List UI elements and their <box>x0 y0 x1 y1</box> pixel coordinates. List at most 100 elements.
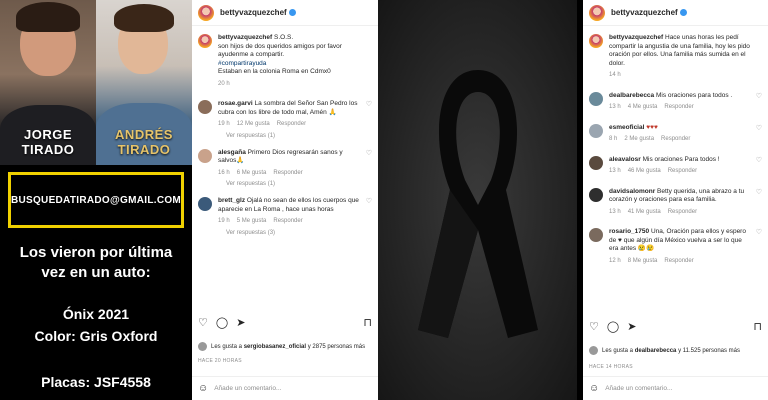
poster-photos: JORGE TIRADO ANDRÉS TIRADO <box>0 0 192 165</box>
heart-icon[interactable]: ♡ <box>756 92 762 112</box>
bookmark-icon[interactable]: ⊓ <box>363 316 372 329</box>
comment-likes[interactable]: 41 Me gusta <box>628 209 661 215</box>
comment-item: rosario_1750 Una, Oración para ellos y e… <box>583 216 768 265</box>
comment-time: 19 h <box>218 121 230 127</box>
likes-user[interactable]: dealbarebecca <box>635 348 677 354</box>
person1-name: JORGE TIRADO <box>21 127 75 157</box>
heart-icon[interactable]: ♡ <box>366 100 372 129</box>
likes-user[interactable]: sergiobasanez_oficial <box>244 344 306 350</box>
last-seen-line2: vez en un auto: <box>41 264 151 281</box>
collage: JORGE TIRADO ANDRÉS TIRADO BUSQUEDATIRAD… <box>0 0 768 400</box>
heart-icon[interactable]: ♡ <box>366 149 372 178</box>
instagram-post-1: bettyvazquezchef bettyvazquezchef S.O.S.… <box>192 0 378 400</box>
caption-username[interactable]: bettyvazquezchef <box>218 34 272 41</box>
avatar[interactable] <box>198 34 212 48</box>
car-model: Ónix 2021 <box>62 306 130 322</box>
comment-likes[interactable]: 6 Me gusta <box>237 170 267 176</box>
heart-icon[interactable]: ♡ <box>756 156 762 176</box>
post2-caption: bettyvazquezchef Hace unas horas les ped… <box>583 26 768 80</box>
liker-avatar <box>589 346 598 355</box>
hashtag-link[interactable]: #compartirayuda <box>218 60 266 67</box>
post1-header: bettyvazquezchef <box>192 0 378 26</box>
heart-icon[interactable]: ♡ <box>589 320 599 333</box>
post2-actions: ♡ ◯ ➤ <box>589 320 644 333</box>
post2-comment-bar: ☺ Añade un comentario... <box>583 376 768 400</box>
emoji-icon[interactable]: ☺ <box>589 383 599 394</box>
post2-username[interactable]: bettyvazquezchef <box>611 8 678 17</box>
reply-button[interactable]: Responder <box>664 258 693 264</box>
comment-icon[interactable]: ◯ <box>607 320 619 333</box>
comment-time: 12 h <box>609 257 621 264</box>
reply-button[interactable]: Responder <box>668 209 697 215</box>
heart-icon[interactable]: ♡ <box>756 188 762 217</box>
share-icon[interactable]: ➤ <box>627 320 636 333</box>
likes-count[interactable]: y 2875 personas más <box>308 344 365 350</box>
caption-location: Estaban en la colonia Roma en Cdmx0 <box>218 68 331 75</box>
likes-count[interactable]: y 11.525 personas más <box>678 348 740 354</box>
heart-icon[interactable]: ♡ <box>756 228 762 265</box>
reply-button[interactable]: Responder <box>668 168 697 174</box>
comment-input[interactable]: Añade un comentario... <box>214 385 281 392</box>
post1-time-ago: HACE 20 HORAS <box>198 358 242 364</box>
caption-username[interactable]: bettyvazquezchef <box>609 34 663 41</box>
post1-likes: Les gusta a sergiobasanez_oficial y 2875… <box>198 342 365 351</box>
comment-username[interactable]: davidsalomonr <box>609 188 655 195</box>
reply-button[interactable]: Responder <box>273 218 302 224</box>
avatar[interactable] <box>198 197 212 211</box>
view-replies[interactable]: Ver respuestas (3) <box>192 230 378 236</box>
post1-username[interactable]: bettyvazquezchef <box>220 8 287 17</box>
reply-button[interactable]: Responder <box>277 121 306 127</box>
likes-prefix: Les gusta a <box>602 347 634 354</box>
avatar[interactable] <box>589 155 603 170</box>
comment-username[interactable]: dealbarebecca <box>609 92 654 99</box>
comment-username[interactable]: rosario_1750 <box>609 228 649 235</box>
avatar[interactable] <box>589 91 603 106</box>
heart-icon[interactable]: ♡ <box>198 316 208 329</box>
comment-likes[interactable]: 46 Me gusta <box>628 168 661 174</box>
bookmark-icon[interactable]: ⊓ <box>753 320 762 333</box>
comment-text: ♥♥♥ <box>646 123 658 131</box>
comment-likes[interactable]: 2 Me gusta <box>624 136 654 142</box>
comment-time: 8 h <box>609 136 618 142</box>
comment-likes[interactable]: 12 Me gusta <box>237 121 270 127</box>
comment-item: brett_glz Ojalá no sean de ellos los cue… <box>192 187 378 226</box>
comment-likes[interactable]: 8 Me gusta <box>628 258 658 264</box>
comment-likes[interactable]: 4 Me gusta <box>628 104 658 110</box>
avatar[interactable] <box>198 100 212 114</box>
post2-likes: Les gusta a dealbarebecca y 11.525 perso… <box>589 346 740 355</box>
avatar[interactable] <box>198 148 212 163</box>
missing-persons-poster: JORGE TIRADO ANDRÉS TIRADO BUSQUEDATIRAD… <box>0 0 192 400</box>
reply-button[interactable]: Responder <box>661 136 690 142</box>
reply-button[interactable]: Responder <box>273 170 302 176</box>
verified-icon <box>679 9 687 16</box>
avatar[interactable] <box>589 4 605 21</box>
post1-caption: bettyvazquezchef S.O.S. son hijos de dos… <box>192 26 378 88</box>
comment-input[interactable]: Añade un comentario... <box>605 385 672 392</box>
caption-text: son hijos de dos queridos amigos por fav… <box>218 42 342 59</box>
avatar[interactable] <box>589 34 603 48</box>
heart-icon[interactable]: ♡ <box>366 197 372 226</box>
comment-likes[interactable]: 5 Me gusta <box>237 218 267 224</box>
mourning-ribbon-image <box>378 0 577 400</box>
comment-username[interactable]: aleavalosr <box>609 156 641 163</box>
heart-icon[interactable]: ♡ <box>756 124 762 144</box>
comment-username[interactable]: rosae.garvi <box>218 100 253 107</box>
share-icon[interactable]: ➤ <box>236 316 245 329</box>
reply-button[interactable]: Responder <box>664 104 693 110</box>
comment-time: 13 h <box>609 168 621 174</box>
comment-item: dealbarebecca Mis oraciones para todos .… <box>583 80 768 112</box>
avatar[interactable] <box>198 4 214 21</box>
car-plates: Placas: JSF4558 <box>41 374 151 390</box>
emoji-icon[interactable]: ☺ <box>198 383 208 394</box>
comment-icon[interactable]: ◯ <box>216 316 228 329</box>
comment-username[interactable]: esmeoficial <box>609 124 644 131</box>
avatar[interactable] <box>589 187 603 202</box>
avatar[interactable] <box>589 123 603 138</box>
caption-sos: S.O.S. <box>274 34 294 41</box>
comment-time: 19 h <box>218 218 230 224</box>
avatar[interactable] <box>589 228 603 242</box>
comment-text: Mis oraciones Para todos ! <box>642 155 720 163</box>
comment-username[interactable]: alesgaña <box>218 149 246 156</box>
comment-username[interactable]: brett_glz <box>218 197 245 204</box>
car-color: Color: Gris Oxford <box>34 328 158 344</box>
